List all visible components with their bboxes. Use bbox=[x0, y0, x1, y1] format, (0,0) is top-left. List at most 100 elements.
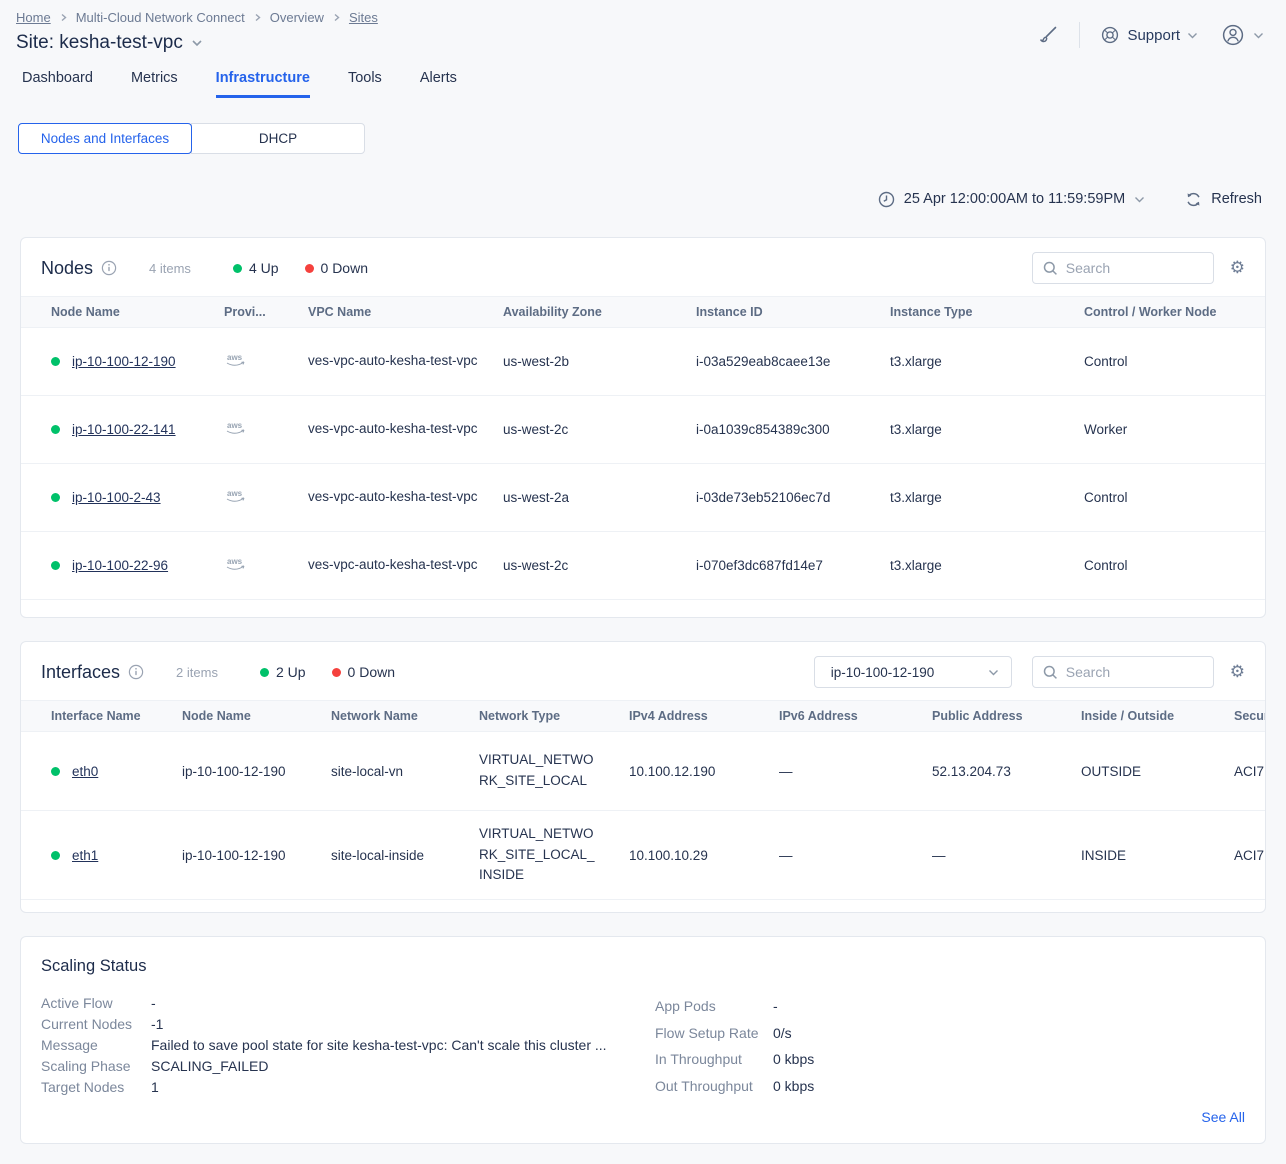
scaling-left-column: Active Flow- Current Nodes-1 MessageFail… bbox=[41, 993, 655, 1099]
provider-aws-icon: aws bbox=[224, 420, 308, 439]
node-link[interactable]: ip-10-100-22-96 bbox=[72, 558, 168, 573]
interfaces-title: Interfaces bbox=[41, 662, 144, 683]
time-range-picker[interactable]: 25 Apr 12:00:00AM to 11:59:59PM bbox=[878, 191, 1145, 208]
divider bbox=[1079, 22, 1080, 48]
table-row: ip-10-100-2-43 aws ves-vpc-auto-kesha-te… bbox=[21, 464, 1265, 532]
subtab-dhcp[interactable]: DHCP bbox=[191, 123, 365, 154]
col-network-name: Network Name bbox=[331, 709, 479, 723]
tab-metrics[interactable]: Metrics bbox=[131, 70, 178, 98]
kv-out-throughput: Out Throughput0 kbps bbox=[655, 1073, 1155, 1100]
status-dot-icon bbox=[51, 851, 60, 860]
status-dot-icon bbox=[51, 493, 60, 502]
breadcrumb-sites[interactable]: Sites bbox=[349, 10, 378, 25]
kv-active-flow: Active Flow- bbox=[41, 993, 655, 1014]
chevron-down-icon bbox=[1187, 32, 1198, 39]
node-name: ip-10-100-12-190 bbox=[182, 848, 331, 863]
instance-id: i-0a1039c854389c300 bbox=[696, 422, 890, 437]
kv-scaling-phase: Scaling PhaseSCALING_FAILED bbox=[41, 1056, 655, 1077]
nodes-down-count: 0 Down bbox=[305, 260, 368, 276]
col-node-name: Node Name bbox=[182, 709, 331, 723]
svg-text:aws: aws bbox=[227, 353, 243, 362]
search-icon bbox=[1043, 665, 1058, 680]
header-left: Home Multi-Cloud Network Connect Overvie… bbox=[16, 10, 378, 54]
node-filter-value: ip-10-100-12-190 bbox=[831, 665, 935, 680]
interfaces-search-input[interactable] bbox=[1066, 664, 1203, 680]
see-all-link[interactable]: See All bbox=[1201, 1109, 1245, 1125]
vpc-name: ves-vpc-auto-kesha-test-vpc bbox=[308, 419, 488, 440]
status-dot-icon bbox=[51, 561, 60, 570]
chevron-right-icon bbox=[59, 13, 68, 22]
table-row: ip-10-100-22-141 aws ves-vpc-auto-kesha-… bbox=[21, 396, 1265, 464]
inside-outside: INSIDE bbox=[1081, 848, 1234, 863]
page-title: Site: kesha-test-vpc bbox=[16, 32, 378, 54]
ipv6-address: — bbox=[779, 848, 932, 863]
interfaces-down-count: 0 Down bbox=[332, 664, 395, 680]
nodes-search-input[interactable] bbox=[1066, 260, 1203, 276]
interfaces-table-header: Interface Name Node Name Network Name Ne… bbox=[21, 700, 1265, 732]
gear-icon[interactable]: ⚙ bbox=[1230, 260, 1245, 277]
support-menu[interactable]: Support bbox=[1098, 23, 1200, 47]
kv-message: MessageFailed to save pool state for sit… bbox=[41, 1035, 655, 1056]
customize-brush-button[interactable] bbox=[1035, 22, 1061, 48]
interface-link[interactable]: eth1 bbox=[72, 848, 98, 863]
network-type: VIRTUAL_NETWORK_SITE_LOCAL_INSIDE bbox=[479, 824, 597, 887]
red-dot-icon bbox=[332, 668, 341, 677]
node-link[interactable]: ip-10-100-22-141 bbox=[72, 422, 176, 437]
kv-flow-setup-rate: Flow Setup Rate0/s bbox=[655, 1020, 1155, 1047]
node-name: ip-10-100-12-190 bbox=[182, 764, 331, 779]
refresh-button[interactable]: Refresh bbox=[1185, 191, 1262, 208]
interfaces-title-text: Interfaces bbox=[41, 662, 120, 683]
breadcrumb: Home Multi-Cloud Network Connect Overvie… bbox=[16, 10, 378, 25]
ipv4-address: 10.100.10.29 bbox=[629, 848, 779, 863]
top-bar: Home Multi-Cloud Network Connect Overvie… bbox=[0, 0, 1286, 54]
col-ipv4: IPv4 Address bbox=[629, 709, 779, 723]
breadcrumb-overview[interactable]: Overview bbox=[270, 10, 324, 25]
col-control-worker: Control / Worker Node bbox=[1084, 305, 1245, 319]
interfaces-up-label: 2 Up bbox=[276, 664, 306, 680]
breadcrumb-mcn[interactable]: Multi-Cloud Network Connect bbox=[76, 10, 245, 25]
refresh-label: Refresh bbox=[1211, 191, 1262, 207]
network-type: VIRTUAL_NETWORK_SITE_LOCAL bbox=[479, 750, 597, 792]
account-menu[interactable] bbox=[1218, 20, 1266, 50]
nodes-card-header: Nodes 4 items 4 Up 0 Down ⚙ bbox=[21, 238, 1265, 296]
interfaces-card-header: Interfaces 2 items 2 Up 0 Down ip-10-100… bbox=[21, 642, 1265, 700]
instance-type: t3.xlarge bbox=[890, 354, 1084, 369]
info-icon[interactable] bbox=[101, 260, 117, 276]
node-filter-select[interactable]: ip-10-100-12-190 bbox=[814, 656, 1012, 688]
breadcrumb-home[interactable]: Home bbox=[16, 10, 51, 25]
availability-zone: us-west-2c bbox=[503, 558, 696, 573]
refresh-icon bbox=[1185, 191, 1202, 208]
info-icon[interactable] bbox=[128, 664, 144, 680]
scaling-status-title: Scaling Status bbox=[41, 957, 1245, 976]
tab-alerts[interactable]: Alerts bbox=[420, 70, 457, 98]
nodes-search bbox=[1032, 252, 1214, 284]
network-name: site-local-inside bbox=[331, 848, 479, 863]
table-row: eth1 ip-10-100-12-190 site-local-inside … bbox=[21, 811, 1265, 900]
node-link[interactable]: ip-10-100-2-43 bbox=[72, 490, 161, 505]
instance-type: t3.xlarge bbox=[890, 422, 1084, 437]
subtab-nodes-and-interfaces[interactable]: Nodes and Interfaces bbox=[18, 123, 192, 154]
interface-link[interactable]: eth0 bbox=[72, 764, 98, 779]
chevron-down-icon[interactable] bbox=[191, 39, 203, 47]
node-link[interactable]: ip-10-100-12-190 bbox=[72, 354, 176, 369]
availability-zone: us-west-2a bbox=[503, 490, 696, 505]
kv-target-nodes: Target Nodes1 bbox=[41, 1077, 655, 1098]
page: Home Multi-Cloud Network Connect Overvie… bbox=[0, 0, 1286, 1164]
availability-zone: us-west-2b bbox=[503, 354, 696, 369]
tab-dashboard[interactable]: Dashboard bbox=[22, 70, 93, 98]
tab-infrastructure[interactable]: Infrastructure bbox=[216, 70, 310, 98]
status-dot-icon bbox=[51, 767, 60, 776]
security-group: ACI7R bbox=[1234, 848, 1266, 863]
col-security: Security bbox=[1234, 709, 1266, 723]
interfaces-search bbox=[1032, 656, 1214, 688]
status-dot-icon bbox=[51, 357, 60, 366]
node-role: Worker bbox=[1084, 422, 1245, 437]
node-role: Control bbox=[1084, 490, 1245, 505]
instance-type: t3.xlarge bbox=[890, 558, 1084, 573]
interfaces-card: Interfaces 2 items 2 Up 0 Down ip-10-100… bbox=[20, 641, 1266, 913]
brush-icon bbox=[1037, 24, 1059, 46]
nodes-up-label: 4 Up bbox=[249, 260, 279, 276]
gear-icon[interactable]: ⚙ bbox=[1230, 664, 1245, 681]
tab-tools[interactable]: Tools bbox=[348, 70, 382, 98]
interfaces-items-count: 2 items bbox=[176, 665, 218, 680]
